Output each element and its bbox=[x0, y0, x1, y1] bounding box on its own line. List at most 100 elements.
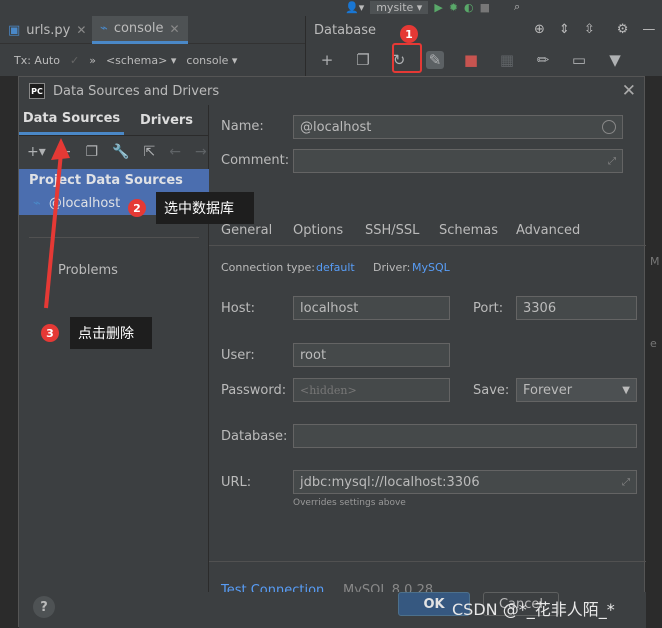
pycharm-logo-icon: PC bbox=[29, 83, 45, 99]
settings-tabs: General Options SSH/SSL Schemas Advanced bbox=[209, 215, 646, 245]
back-icon[interactable]: ← bbox=[169, 144, 181, 160]
tab-drivers[interactable]: Drivers bbox=[124, 105, 209, 135]
dialog-title-bar: PC Data Sources and Drivers ✕ bbox=[19, 77, 646, 105]
run-config-select[interactable]: mysite ▾ bbox=[370, 0, 429, 14]
close-icon[interactable]: ✕ bbox=[170, 22, 180, 36]
user-field[interactable]: root bbox=[293, 343, 450, 367]
schema-select[interactable]: <schema> ▾ bbox=[106, 54, 176, 67]
run-icon[interactable]: ▶ bbox=[434, 1, 442, 14]
host-value: localhost bbox=[300, 300, 359, 316]
save-value: Forever bbox=[523, 382, 573, 398]
color-picker-icon[interactable] bbox=[602, 120, 616, 134]
save-label: Save: bbox=[473, 383, 510, 398]
search-icon[interactable]: ⌕ bbox=[514, 0, 520, 14]
name-label: Name: bbox=[221, 119, 264, 134]
tab-options[interactable]: Options bbox=[293, 223, 343, 238]
expand-icon[interactable]: ⤢ bbox=[622, 477, 630, 488]
debug-icon[interactable]: ✹ bbox=[449, 1, 458, 14]
table-icon[interactable]: ▦ bbox=[498, 51, 516, 69]
tab-data-sources[interactable]: Data Sources bbox=[19, 105, 124, 135]
port-field[interactable]: 3306 bbox=[516, 296, 637, 320]
connection-type-link[interactable]: default bbox=[316, 261, 355, 274]
python-file-icon: ▣ bbox=[8, 22, 21, 38]
host-field[interactable]: localhost bbox=[293, 296, 450, 320]
db-header-icons: ⊕ ⇕ ⇳ ⚙ — bbox=[534, 22, 655, 37]
user-value: root bbox=[300, 347, 327, 363]
dialog-title: Data Sources and Drivers bbox=[53, 83, 220, 99]
password-placeholder: <hidden> bbox=[300, 383, 357, 397]
annotation-badge-3: 3 bbox=[41, 324, 59, 342]
url-label: URL: bbox=[221, 475, 252, 490]
tx-mode-select[interactable]: Tx: Auto bbox=[14, 54, 60, 67]
comment-field[interactable]: ⤢ bbox=[293, 149, 623, 173]
tabs-divider bbox=[209, 245, 646, 246]
database-panel-header: Database ⊕ ⇕ ⇳ ⚙ — bbox=[305, 16, 662, 44]
url-value: jdbc:mysql://localhost:3306 bbox=[300, 474, 480, 490]
minimize-icon[interactable]: — bbox=[642, 22, 655, 37]
port-value: 3306 bbox=[523, 300, 557, 316]
watermark: CSDN @*_花非人陌_* bbox=[452, 600, 615, 619]
annotation-callout-3: 点击删除 bbox=[70, 317, 152, 349]
save-select[interactable]: Forever ▼ bbox=[516, 378, 637, 402]
make-global-icon[interactable]: ⇱ bbox=[144, 144, 156, 160]
database-label: Database: bbox=[221, 429, 288, 444]
more-icon[interactable]: » bbox=[89, 54, 96, 67]
tab-general[interactable]: General bbox=[221, 223, 272, 238]
help-icon[interactable]: ? bbox=[33, 596, 55, 618]
close-icon[interactable]: ✕ bbox=[622, 81, 636, 101]
url-field[interactable]: jdbc:mysql://localhost:3306 ⤢ bbox=[293, 470, 637, 494]
background-fragment: e bbox=[650, 337, 657, 350]
annotation-badge-2: 2 bbox=[128, 199, 146, 217]
user-label: User: bbox=[221, 348, 255, 363]
left-tabs: Data Sources Drivers bbox=[19, 105, 209, 135]
driver-label: Driver: bbox=[373, 261, 411, 274]
expand-all-icon[interactable]: ⇕ bbox=[559, 22, 570, 37]
tab-urls-py[interactable]: ▣ urls.py ✕ bbox=[0, 16, 94, 44]
filter-icon[interactable]: ▼ bbox=[606, 51, 624, 69]
tab-ssh-ssl[interactable]: SSH/SSL bbox=[365, 223, 419, 238]
globe-icon[interactable]: ⊕ bbox=[534, 22, 545, 37]
console-select[interactable]: console ▾ bbox=[186, 54, 237, 67]
editor-tab-bar: ▣ urls.py ✕ ⌁ console ✕ bbox=[0, 16, 305, 44]
host-label: Host: bbox=[221, 301, 255, 316]
expand-icon[interactable]: ⤢ bbox=[608, 156, 616, 167]
user-icon[interactable]: 👤▾ bbox=[345, 1, 364, 14]
database-toolbar: + ❐ ↻ ✎ ■ ▦ ✏ ▭ ▼ bbox=[305, 44, 662, 76]
coverage-icon[interactable]: ◐ bbox=[464, 1, 474, 14]
password-label: Password: bbox=[221, 383, 287, 398]
annotation-callout-2: 选中数据库 bbox=[156, 192, 254, 224]
close-icon[interactable]: ✕ bbox=[76, 23, 86, 37]
chevron-down-icon: ▼ bbox=[622, 384, 630, 396]
annotation-arrow bbox=[44, 138, 70, 309]
sql-console-icon[interactable]: ▭ bbox=[570, 51, 588, 69]
name-field[interactable]: @localhost bbox=[293, 115, 623, 139]
stop-icon[interactable]: ■ bbox=[462, 51, 480, 69]
duplicate-icon[interactable]: ❐ bbox=[86, 144, 99, 160]
forward-icon[interactable]: → bbox=[195, 144, 207, 160]
database-field[interactable] bbox=[293, 424, 637, 448]
driver-link[interactable]: MySQL bbox=[412, 261, 450, 274]
add-icon[interactable]: + bbox=[318, 51, 336, 69]
tab-console[interactable]: ⌁ console ✕ bbox=[92, 16, 188, 44]
ide-top-bar: 👤▾ mysite ▾ ▶ ✹ ◐ ■ ⌕ bbox=[0, 0, 662, 16]
stop-icon[interactable]: ■ bbox=[480, 1, 490, 14]
data-sources-dialog: PC Data Sources and Drivers ✕ Data Sourc… bbox=[18, 76, 646, 628]
background-fragment: M bbox=[650, 255, 660, 268]
edit-icon[interactable]: ✏ bbox=[534, 51, 552, 69]
collapse-all-icon[interactable]: ⇳ bbox=[584, 22, 595, 37]
connection-type-label: Connection type: bbox=[221, 261, 316, 274]
port-label: Port: bbox=[473, 301, 504, 316]
tab-advanced[interactable]: Advanced bbox=[516, 223, 580, 238]
tab-label: console bbox=[113, 21, 164, 36]
right-panel: Name: @localhost Comment: ⤢ General Opti… bbox=[209, 105, 646, 598]
comment-label: Comment: bbox=[221, 153, 290, 168]
annotation-badge-1: 1 bbox=[400, 25, 418, 43]
wrench-icon[interactable]: 🔧 bbox=[112, 144, 129, 160]
password-field[interactable]: <hidden> bbox=[293, 378, 450, 402]
data-source-properties-icon[interactable]: ✎ bbox=[426, 51, 444, 69]
database-panel-title: Database bbox=[314, 22, 377, 38]
gear-icon[interactable]: ⚙ bbox=[617, 22, 629, 37]
commit-icon[interactable]: ✓ bbox=[70, 54, 79, 67]
copy-icon[interactable]: ❐ bbox=[354, 51, 372, 69]
tab-schemas[interactable]: Schemas bbox=[439, 223, 498, 238]
